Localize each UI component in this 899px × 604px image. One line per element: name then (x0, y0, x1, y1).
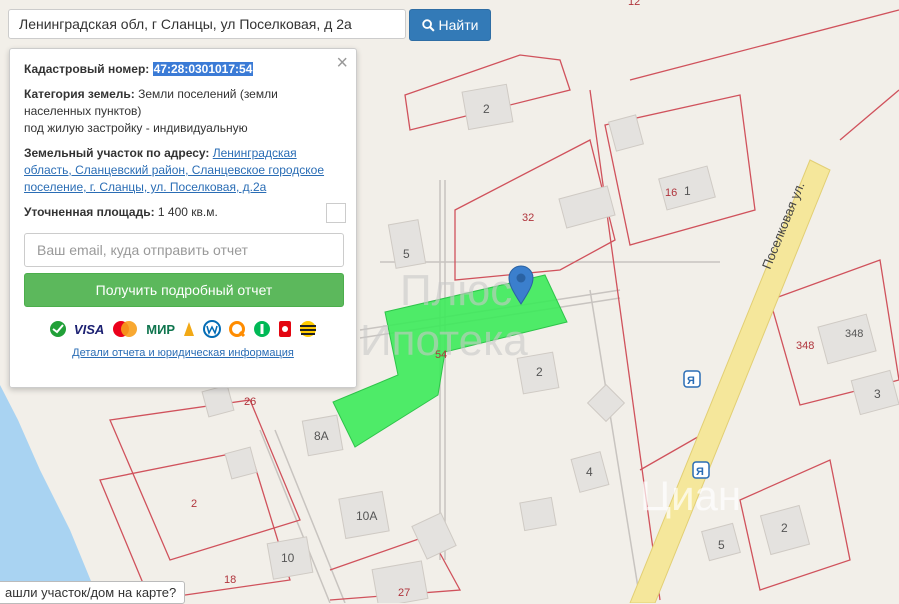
details-row: Детали отчета и юридическая информация (24, 347, 342, 359)
area-label: Уточненная площадь: (24, 205, 155, 219)
details-link[interactable]: Детали отчета и юридическая информация (72, 347, 294, 359)
address-link[interactable]: Ленинградская (213, 146, 297, 160)
svg-text:Плюс: Плюс (400, 266, 512, 315)
map-label: 348 (796, 340, 814, 352)
search-button[interactable]: Найти (409, 9, 491, 41)
address-row: Земельный участок по адресу: Ленинградск… (24, 145, 342, 196)
address-search-input[interactable] (8, 9, 406, 39)
yandex-money-icon (184, 322, 195, 336)
map-label: 32 (522, 212, 534, 224)
area-value: 1 400 кв.м. (154, 205, 218, 219)
mastercard-icon (113, 321, 138, 337)
cadastral-row: Кадастровый номер: 47:28:0301017:54 (24, 61, 342, 78)
map-label: 348 (845, 328, 863, 340)
cadastral-label: Кадастровый номер: (24, 62, 150, 76)
get-report-button[interactable]: Получить подробный отчет (24, 273, 344, 307)
map-label: 2 (191, 498, 197, 510)
area-checkbox[interactable] (326, 203, 346, 223)
qiwi-icon (229, 321, 246, 338)
category-label: Категория земель: (24, 87, 135, 101)
map-label: 1 (684, 184, 691, 198)
map-label: 10 (281, 551, 295, 565)
bus-stop-icon[interactable]: Я (683, 370, 701, 388)
parcel-info-popup: × Кадастровый номер: 47:28:0301017:54 Ка… (9, 48, 357, 388)
area-row: Уточненная площадь: 1 400 кв.м. (24, 204, 342, 221)
search-icon (421, 18, 435, 32)
category-row: Категория земель: Земли поселений (земли… (24, 86, 342, 137)
map-label: 5 (403, 247, 410, 261)
map-label: 2 (483, 102, 490, 116)
category-value: населенных пунктов) (24, 104, 142, 118)
cadastral-number[interactable]: 47:28:0301017:54 (152, 62, 254, 76)
map-label: 2 (536, 365, 543, 379)
map-label: 4 (586, 465, 593, 479)
search-bar: Найти (8, 9, 491, 41)
map-label: 12 (628, 0, 640, 8)
mts-icon (279, 321, 292, 337)
map-label: 10А (356, 509, 377, 523)
address-link[interactable]: область, Сланцевский район, Сланцевское … (24, 163, 324, 177)
megafon-icon (254, 321, 271, 337)
email-input[interactable] (24, 233, 344, 267)
visa-icon: VISA (73, 321, 105, 337)
mir-icon: МИР (146, 321, 176, 337)
found-on-map-prompt[interactable]: ашли участок/дом на карте? (0, 581, 186, 604)
beeline-icon (300, 321, 317, 337)
map-label: 5 (718, 538, 725, 552)
svg-text:Ипотека: Ипотека (360, 316, 528, 365)
map-label: 18 (224, 574, 236, 586)
map-label: 16 (665, 187, 677, 199)
map-label: 8А (314, 429, 329, 443)
address-link[interactable]: поселение, г. Сланцы, ул. Поселковая, д.… (24, 180, 266, 194)
payment-methods: VISA МИР (24, 319, 342, 339)
map-label: 3 (874, 387, 881, 401)
svg-text:Циан: Циан (640, 472, 741, 519)
map-label: 2 (781, 521, 788, 535)
webmoney-icon (203, 320, 222, 338)
map-label: 27 (398, 587, 410, 599)
category-value: под жилую застройку - индивидуальную (24, 121, 248, 135)
search-button-label: Найти (438, 17, 479, 33)
close-icon[interactable]: × (336, 52, 348, 75)
address-label: Земельный участок по адресу: (24, 146, 210, 160)
map-label: 26 (244, 396, 256, 408)
category-value: Земли поселений (земли (134, 87, 278, 101)
sberbank-icon (49, 321, 66, 337)
svg-text:Я: Я (687, 375, 695, 387)
